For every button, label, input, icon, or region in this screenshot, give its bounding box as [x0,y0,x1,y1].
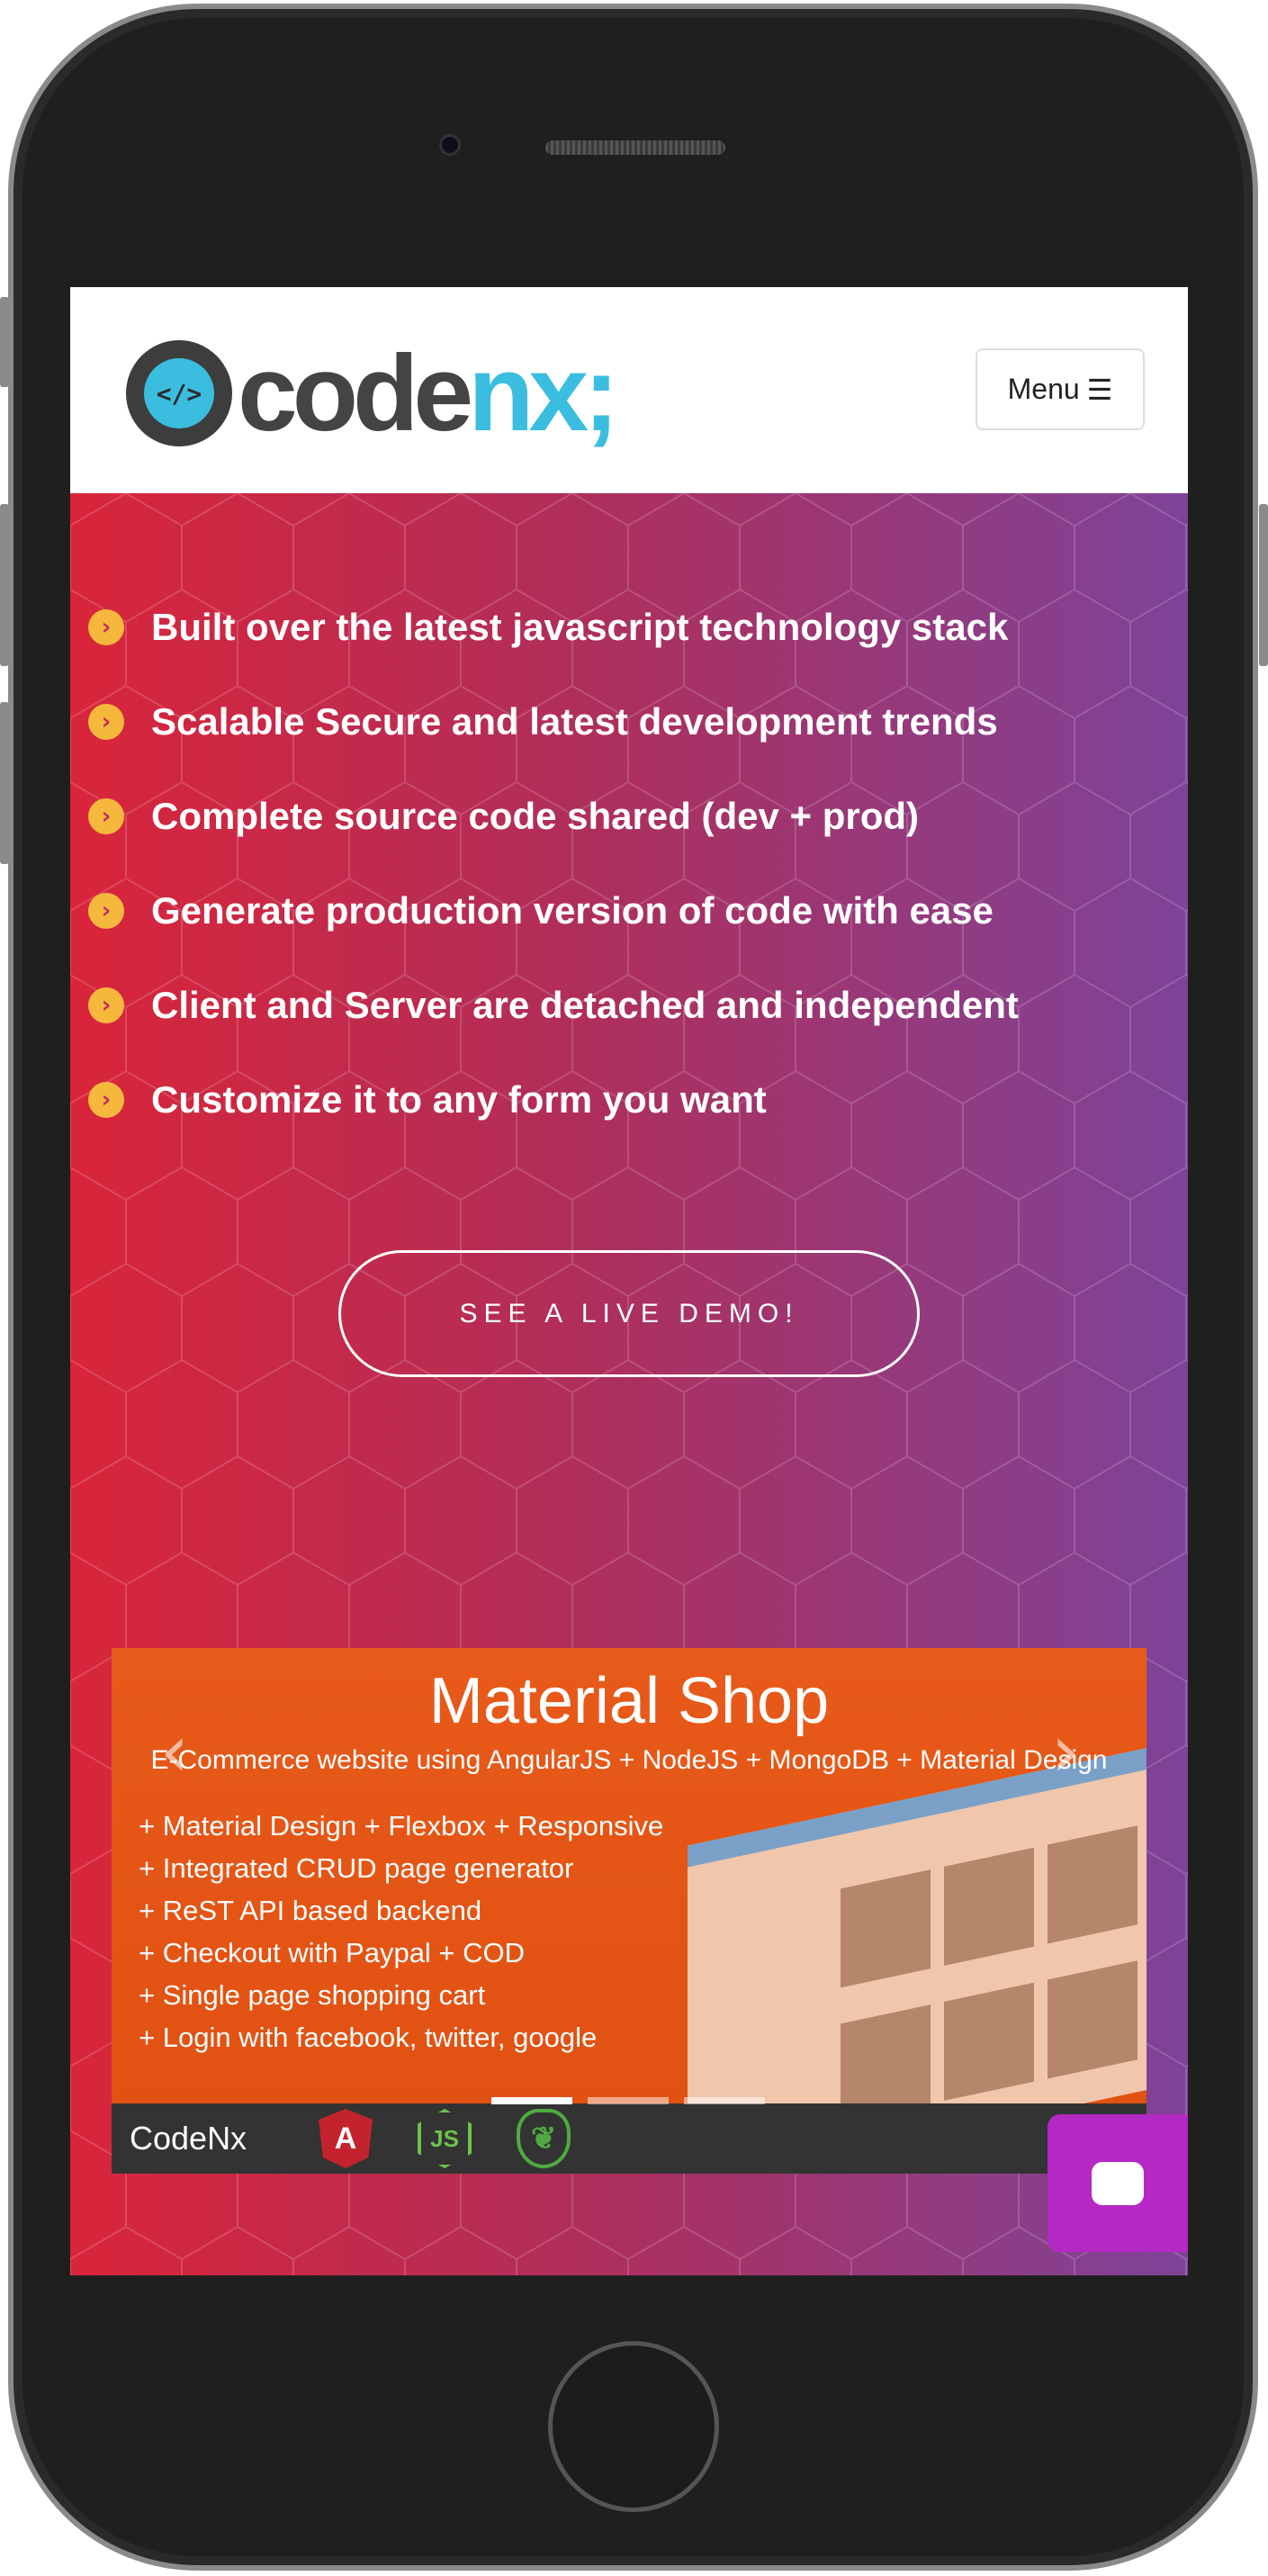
live-demo-button[interactable]: SEE A LIVE DEMO! [338,1250,920,1377]
feature-item: › Scalable Secure and latest development … [88,674,1019,769]
feature-item: › Customize it to any form you want [88,1052,1019,1147]
slide-feature: + Login with facebook, twitter, google [139,2022,598,2053]
feature-item: › Client and Server are detached and inde… [88,958,1019,1052]
carousel-slide: Material Shop E-Commerce website using A… [112,1648,1147,2174]
code-icon: </> [126,340,232,446]
chevron-circle-right-icon: › [88,608,124,645]
mute-switch [0,297,9,387]
slide-feature: + Integrated CRUD page generator [139,1852,574,1884]
home-button[interactable] [548,2341,719,2512]
carousel-next-icon[interactable]: › [1051,1709,1080,1793]
angular-icon: A [319,2109,373,2168]
mongodb-icon: ❦ [517,2109,571,2168]
slide-brand: CodeNx [130,2120,247,2157]
logo-text-code: code [238,333,473,454]
nodejs-icon: JS [418,2109,472,2168]
slide-feature-list: + Material Design + Flexbox + Responsive… [139,1810,663,2064]
carousel-indicator-1[interactable] [491,2097,572,2104]
volume-up-button [0,504,9,666]
carousel-indicator-3[interactable] [684,2097,765,2104]
menu-label: Menu [1007,373,1080,405]
chevron-circle-right-icon: › [88,986,124,1023]
carousel-indicator-2[interactable] [588,2097,669,2104]
chevron-circle-right-icon: › [88,1081,124,1118]
site-header: </> codenx; Menu ☰ [70,287,1188,493]
slide-footer: CodeNx A JS ❦ [112,2103,1147,2174]
slide-title: Material Shop [428,1665,830,1737]
camera [439,134,461,156]
chevron-circle-right-icon: › [88,703,124,740]
bars-icon: ☰ [1086,373,1113,406]
chat-widget-button[interactable] [1048,2114,1188,2252]
carousel-prev-icon[interactable]: ‹ [160,1709,189,1793]
slide-feature: + Checkout with Paypal + COD [139,1937,526,1968]
codenx-logo[interactable]: </> codenx; [126,339,619,447]
chevron-circle-right-icon: › [88,892,124,929]
slide-feature: + Material Design + Flexbox + Responsive [139,1810,664,1842]
feature-list: › Built over the latest javascript techno… [88,580,1019,1147]
slide-subtitle: E-Commerce website using AngularJS + Nod… [150,1745,1108,1775]
screen: </> codenx; Menu ☰ › Built over the lates… [70,287,1188,2275]
slide-feature: + Single page shopping cart [139,1979,486,2011]
logo-text-nx: nx; [468,333,619,454]
chat-bubble-icon [1092,2161,1144,2205]
volume-down-button [0,702,9,864]
feature-item: › Generate production version of code wit… [88,863,1019,958]
feature-item: › Complete source code shared (dev + prod… [88,769,1019,863]
slide-feature: + ReST API based backend [139,1895,482,1926]
feature-item: › Built over the latest javascript techno… [88,580,1019,674]
speaker [545,140,725,155]
menu-button[interactable]: Menu ☰ [976,348,1145,430]
power-button [1259,504,1268,666]
chevron-circle-right-icon: › [88,797,124,834]
